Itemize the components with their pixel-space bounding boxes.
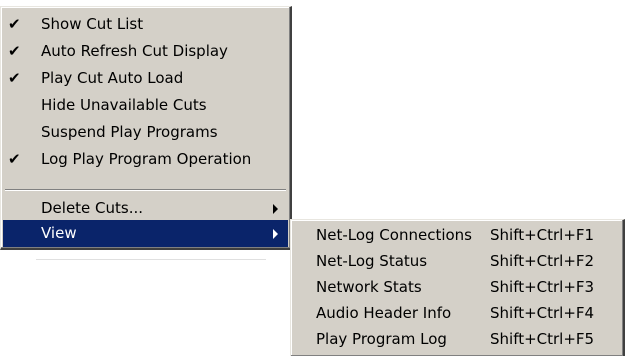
menu-item-audio-header-info[interactable]: Audio Header Info Shift+Ctrl+F4 [293, 300, 621, 326]
checkmark-icon: ✔ [8, 15, 21, 33]
menu-item-shortcut: Shift+Ctrl+F4 [490, 304, 595, 322]
menu-item-shortcut: Shift+Ctrl+F3 [490, 278, 595, 296]
checkmark-icon: ✔ [8, 150, 21, 168]
menu-item-suspend-play-programs[interactable]: Suspend Play Programs [3, 119, 288, 146]
menu-item-label: Net-Log Connections [316, 226, 472, 244]
checkmark-icon: ✔ [8, 42, 21, 60]
menu-item-label: View [41, 224, 77, 242]
menu-item-view[interactable]: View [3, 220, 288, 247]
menu-item-label: Net-Log Status [316, 252, 428, 270]
menu-separator [5, 189, 286, 191]
menu-item-shortcut: Shift+Ctrl+F1 [490, 226, 595, 244]
menu-shadow [36, 259, 266, 260]
checkmark-icon: ✔ [8, 69, 21, 87]
context-menu: ✔ Show Cut List ✔ Auto Refresh Cut Displ… [0, 6, 292, 250]
menu-item-label: Play Cut Auto Load [41, 69, 184, 87]
menu-item-show-cut-list[interactable]: ✔ Show Cut List [3, 11, 288, 38]
menu-item-label: Audio Header Info [316, 304, 452, 322]
menu-item-label: Delete Cuts... [41, 199, 144, 217]
menu-item-label: Suspend Play Programs [41, 123, 218, 141]
menu-item-net-log-connections[interactable]: Net-Log Connections Shift+Ctrl+F1 [293, 222, 621, 248]
menu-item-shortcut: Shift+Ctrl+F2 [490, 252, 595, 270]
menu-item-delete-cuts[interactable]: Delete Cuts... [3, 195, 288, 222]
menu-item-auto-refresh-cut-display[interactable]: ✔ Auto Refresh Cut Display [3, 38, 288, 65]
menu-item-play-cut-auto-load[interactable]: ✔ Play Cut Auto Load [3, 65, 288, 92]
menu-item-label: Auto Refresh Cut Display [41, 42, 228, 60]
menu-item-hide-unavailable-cuts[interactable]: Hide Unavailable Cuts [3, 92, 288, 119]
menu-item-label: Network Stats [316, 278, 422, 296]
menu-item-label: Show Cut List [41, 15, 144, 33]
menu-item-label: Log Play Program Operation [41, 150, 252, 168]
menu-item-label: Play Program Log [316, 330, 447, 348]
menu-item-net-log-status[interactable]: Net-Log Status Shift+Ctrl+F2 [293, 248, 621, 274]
menu-item-network-stats[interactable]: Network Stats Shift+Ctrl+F3 [293, 274, 621, 300]
submenu-arrow-icon [273, 229, 278, 239]
menu-item-label: Hide Unavailable Cuts [41, 96, 207, 114]
menu-item-play-program-log[interactable]: Play Program Log Shift+Ctrl+F5 [293, 326, 621, 352]
menu-item-shortcut: Shift+Ctrl+F5 [490, 330, 595, 348]
view-submenu: Net-Log Connections Shift+Ctrl+F1 Net-Lo… [290, 219, 625, 356]
submenu-arrow-icon [273, 204, 278, 214]
menu-item-log-play-program-operation[interactable]: ✔ Log Play Program Operation [3, 146, 288, 173]
